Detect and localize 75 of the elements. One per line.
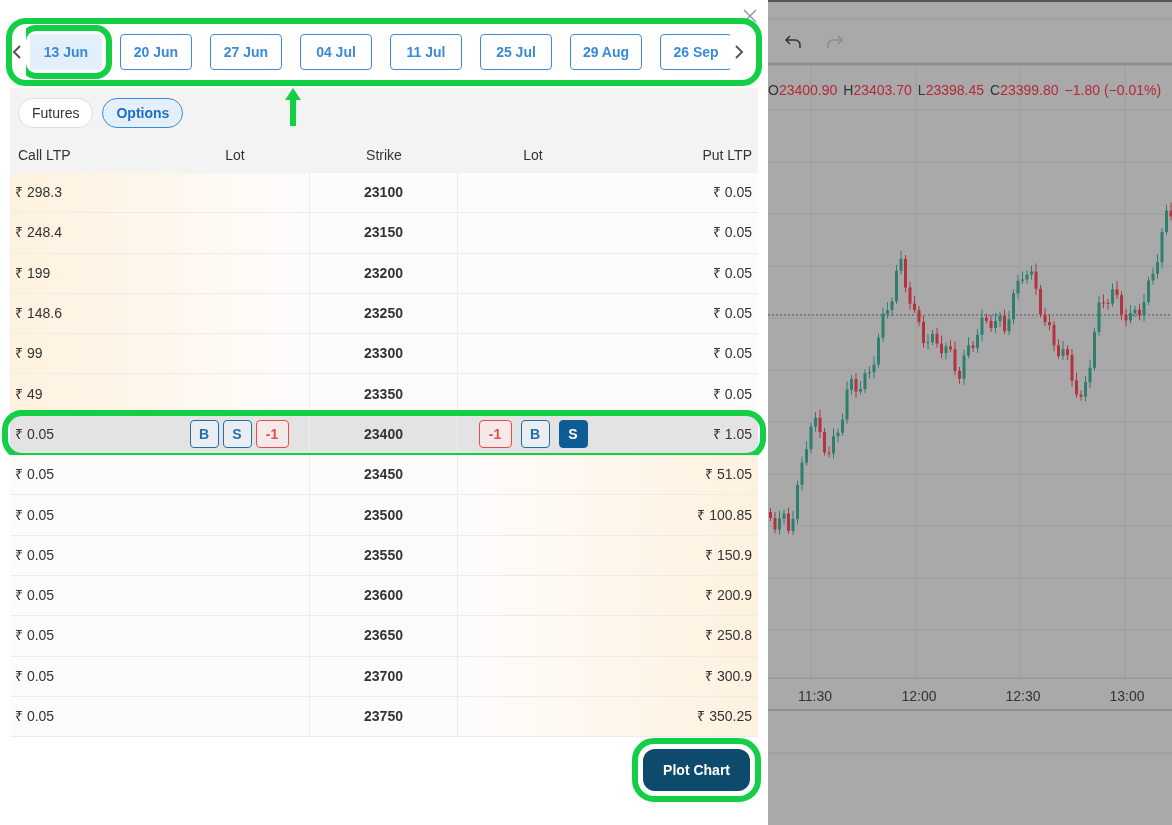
call-ltp-cell-text: ₹ 99 bbox=[15, 344, 43, 364]
time-axis-label: 12:00 bbox=[900, 687, 938, 706]
lot-button[interactable]: -1 bbox=[478, 420, 512, 449]
time-axis-label: 13:00 bbox=[1108, 687, 1146, 706]
column-header: Lot bbox=[224, 145, 246, 165]
call-ltp-cell-text: ₹ 248.4 bbox=[15, 223, 62, 243]
strike-cell-text: 23550 bbox=[364, 545, 403, 565]
price-change: −1.80 (−0.01%) bbox=[1064, 81, 1162, 100]
put-ltp-cell-text: ₹ 350.25 bbox=[697, 707, 752, 726]
call-ltp-cell-text: ₹ 298.3 bbox=[15, 183, 62, 203]
put-ltp-cell-text: ₹ 100.85 bbox=[697, 505, 752, 525]
time-axis-label: 12:30 bbox=[1004, 687, 1042, 706]
put-ltp-cell-text: ₹ 0.05 bbox=[712, 223, 752, 243]
close-icon[interactable] bbox=[742, 8, 758, 24]
expiry-date-tab[interactable]: 20 Jun bbox=[120, 34, 192, 70]
put-ltp-cell-text: ₹ 300.9 bbox=[705, 666, 752, 686]
strike-cell-text: 23300 bbox=[364, 344, 403, 364]
ohlc-value: C23399.80 bbox=[990, 81, 1059, 100]
strike-cell-text: 23450 bbox=[364, 465, 403, 485]
put-ltp-cell-text: ₹ 0.05 bbox=[712, 384, 752, 404]
order-side-button[interactable]: B bbox=[189, 420, 219, 449]
put-ltp-cell-text: ₹ 0.05 bbox=[712, 183, 752, 203]
time-axis-label: 11:30 bbox=[797, 687, 833, 706]
column-header: Lot bbox=[522, 145, 544, 165]
strike-cell-text: 23250 bbox=[364, 304, 403, 324]
put-ltp-cell-text: ₹ 51.05 bbox=[705, 465, 752, 485]
call-ltp-cell-text: ₹ 0.05 bbox=[15, 586, 55, 606]
expiry-date-tab[interactable]: 11 Jul bbox=[390, 34, 462, 70]
lot-button[interactable]: -1 bbox=[255, 420, 289, 449]
put-ltp-cell-text: ₹ 0.05 bbox=[712, 263, 752, 283]
plot-chart-button[interactable]: Plot Chart bbox=[643, 749, 750, 792]
strike-cell-text: 23400 bbox=[364, 424, 403, 444]
expiry-date-tab[interactable]: 26 Sep bbox=[660, 34, 730, 70]
strike-cell-text: 23350 bbox=[364, 384, 403, 404]
strike-cell-text: 23200 bbox=[364, 263, 403, 283]
segment-tab[interactable]: Futures bbox=[18, 98, 94, 128]
order-side-button[interactable]: S bbox=[558, 420, 588, 449]
expiry-date-tab[interactable]: 13 Jun bbox=[30, 34, 102, 70]
strike-cell-text: 23750 bbox=[364, 707, 403, 726]
put-ltp-cell-text: ₹ 250.8 bbox=[705, 626, 752, 646]
put-ltp-cell-text: ₹ 0.05 bbox=[712, 344, 752, 364]
call-ltp-cell-text: ₹ 0.05 bbox=[15, 424, 55, 444]
ohlc-value: O23400.90 bbox=[768, 81, 838, 100]
call-ltp-cell-text: ₹ 199 bbox=[15, 263, 51, 283]
put-ltp-cell-text: ₹ 200.9 bbox=[705, 586, 752, 606]
call-ltp-cell-text: ₹ 0.05 bbox=[15, 626, 55, 646]
strike-cell-text: 23700 bbox=[364, 666, 403, 686]
segment-tab[interactable]: Options bbox=[102, 98, 184, 128]
expiry-date-tab[interactable]: 29 Aug bbox=[570, 34, 642, 70]
expiry-date-tab[interactable]: 27 Jun bbox=[210, 34, 282, 70]
call-ltp-cell-text: ₹ 0.05 bbox=[15, 707, 55, 726]
strike-cell-text: 23500 bbox=[364, 505, 403, 525]
put-ltp-cell-text: ₹ 150.9 bbox=[705, 545, 752, 565]
ohlc-value: L23398.45 bbox=[917, 81, 985, 100]
column-header: Strike bbox=[365, 145, 403, 165]
call-ltp-cell-text: ₹ 0.05 bbox=[15, 465, 55, 485]
call-ltp-cell-text: ₹ 49 bbox=[15, 384, 43, 404]
undo-icon[interactable] bbox=[784, 34, 802, 50]
expiry-date-tab[interactable]: 04 Jul bbox=[300, 34, 372, 70]
call-ltp-cell-text: ₹ 0.05 bbox=[15, 545, 55, 565]
ohlc-value: H23403.70 bbox=[843, 81, 912, 100]
order-side-button[interactable]: S bbox=[222, 420, 252, 449]
strike-cell-text: 23650 bbox=[364, 626, 403, 646]
strike-cell-text: 23100 bbox=[364, 183, 403, 203]
expiry-date-tab[interactable]: 25 Jul bbox=[480, 34, 552, 70]
call-ltp-cell-text: ₹ 0.05 bbox=[15, 666, 55, 686]
order-side-button[interactable]: B bbox=[520, 420, 550, 449]
strike-cell-text: 23150 bbox=[364, 223, 403, 243]
put-ltp-cell-text: ₹ 0.05 bbox=[712, 304, 752, 324]
put-ltp-cell-text: ₹ 1.05 bbox=[712, 424, 752, 444]
column-header: Call LTP bbox=[17, 145, 72, 165]
strike-cell-text: 23600 bbox=[364, 586, 403, 606]
call-ltp-cell-text: ₹ 0.05 bbox=[15, 505, 55, 525]
call-ltp-cell-text: ₹ 148.6 bbox=[15, 304, 62, 324]
column-header: Put LTP bbox=[701, 145, 753, 165]
